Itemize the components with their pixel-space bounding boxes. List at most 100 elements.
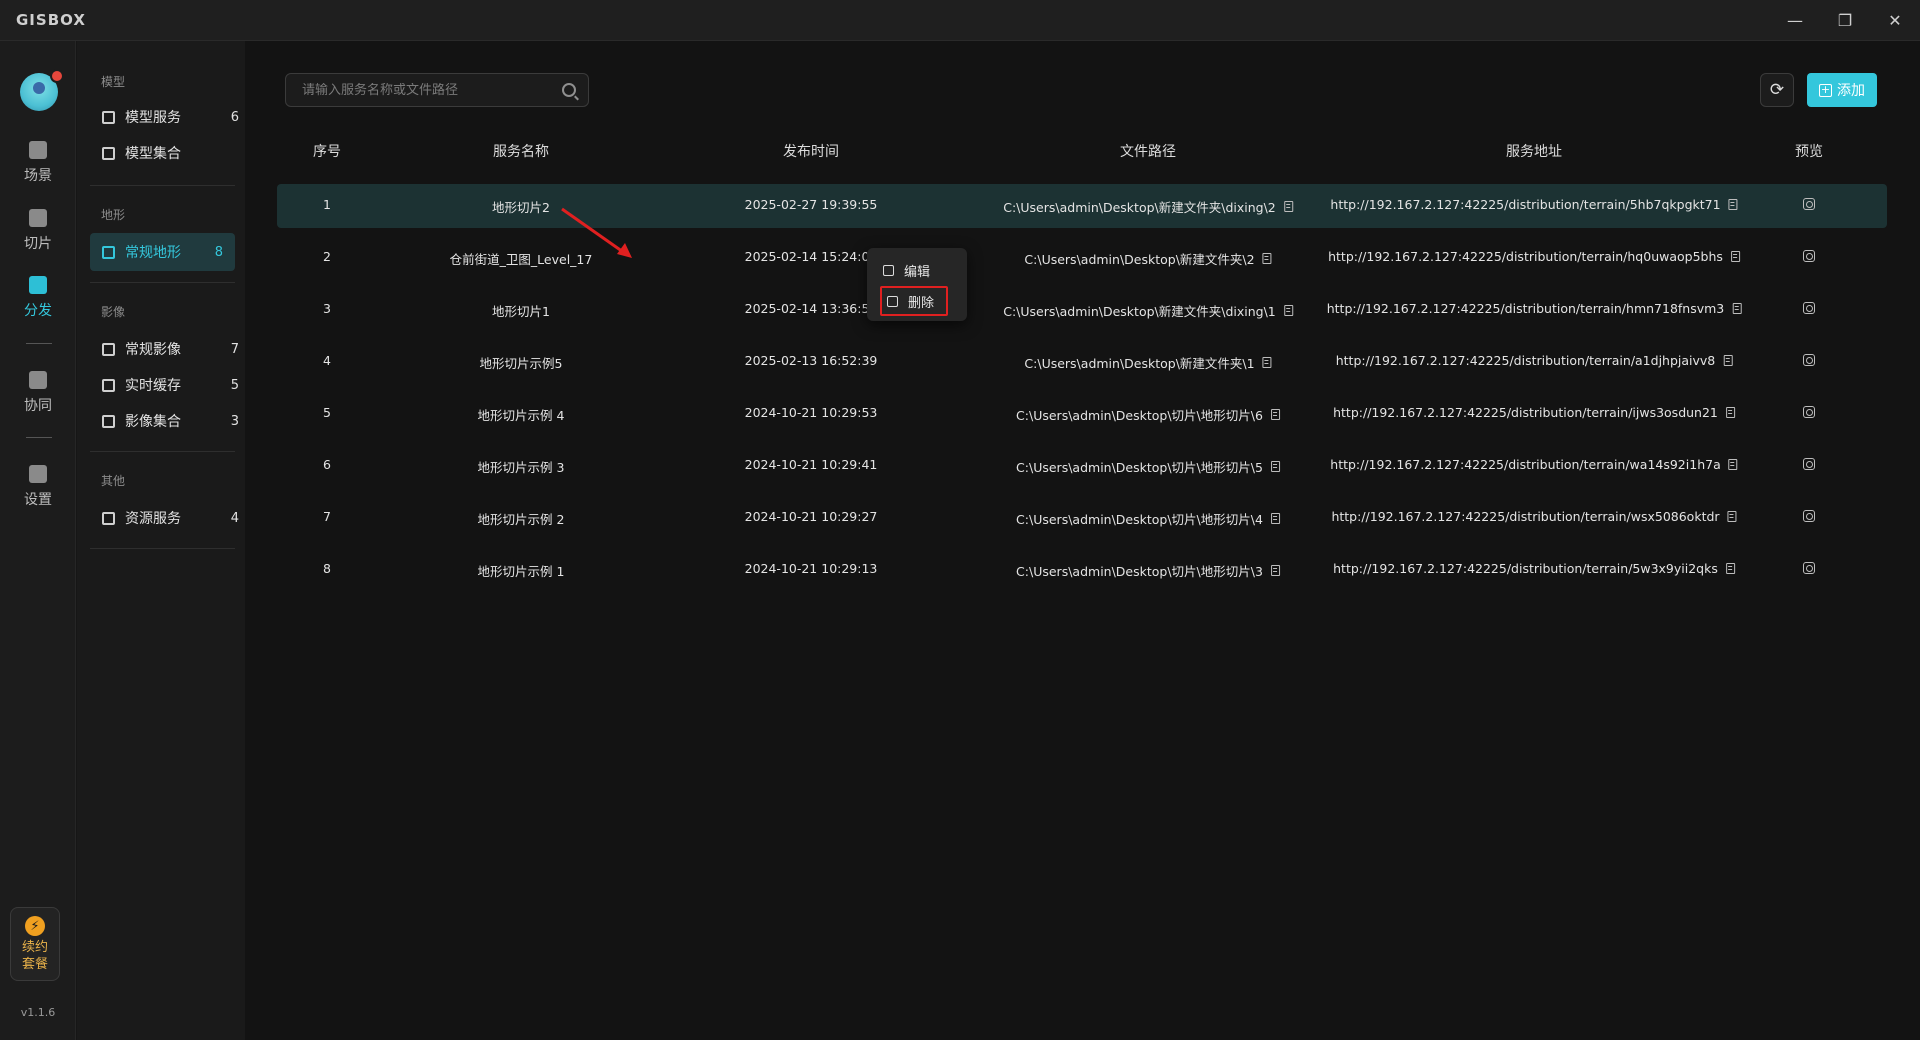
copy-icon[interactable] [1283,305,1293,316]
minimize-button[interactable]: — [1780,8,1810,32]
copy-icon[interactable] [1270,565,1280,576]
copy-icon[interactable] [1283,201,1293,212]
sidebar-divider [90,548,235,549]
table-row[interactable]: 8 地形切片示例 1 2024-10-21 10:29:13 C:\Users\adm… [277,548,1887,592]
copy-icon[interactable] [1728,199,1738,210]
rail-item-collaborate[interactable]: 协同 [8,363,68,423]
cell-service-name: 地形切片示例5 [480,353,563,372]
copy-icon[interactable] [1725,563,1735,574]
rail-item-tiling[interactable]: 切片 [8,201,68,261]
restore-button[interactable]: ❐ [1830,8,1860,32]
cell-file-path: C:\Users\admin\Desktop\新建文件夹\dixing\1 [1003,301,1293,320]
table-row[interactable]: 4 地形切片示例5 2025-02-13 16:52:39 C:\Users\admi… [277,340,1887,384]
edit-icon [883,264,894,276]
version-label: v1.1.6 [20,1006,56,1019]
cell-file-path-text: C:\Users\admin\Desktop\新建文件夹\dixing\1 [1003,304,1276,319]
column-header-url: 服务地址 [1506,144,1562,160]
table-row[interactable]: 2 仓前街道_卫图_Level_17 2025-02-14 15:24:07 C:\U… [277,236,1887,280]
preview-icon[interactable] [1803,198,1815,210]
rail-item-settings[interactable]: 设置 [8,457,68,517]
add-button[interactable]: + 添加 [1807,73,1877,107]
search-input[interactable] [302,82,562,98]
cell-service-name-text: 地形切片示例 1 [477,564,565,579]
sidebar-divider [90,451,235,452]
cell-file-path-text: C:\Users\admin\Desktop\新建文件夹\2 [1024,252,1255,267]
cell-index-text: 2 [323,249,331,264]
rail-divider [26,343,52,344]
table-row[interactable]: 5 地形切片示例 4 2024-10-21 10:29:53 C:\Users\adm… [277,392,1887,436]
sidebar-item-label: 常规影像 [125,342,181,358]
preview-icon[interactable] [1803,302,1815,314]
rail-item-distribute[interactable]: 分发 [8,268,68,328]
rail-item-label: 设置 [24,492,52,508]
column-header-time: 发布时间 [783,144,839,160]
table-row[interactable]: 3 地形切片1 2025-02-14 13:36:52 C:\Users\admin\… [277,288,1887,332]
context-menu-delete[interactable]: 删除 [880,286,948,316]
cell-service-url: http://192.167.2.127:42225/distribution/… [1327,301,1742,316]
preview-icon[interactable] [1803,250,1815,262]
copy-icon[interactable] [1730,251,1740,262]
rail-item-label: 场景 [24,168,52,184]
cell-service-url-text: http://192.167.2.127:42225/distribution/… [1328,249,1723,264]
close-button[interactable]: ✕ [1880,8,1910,32]
cell-service-name-text: 地形切片示例 2 [477,512,565,527]
cell-service-url-text: http://192.167.2.127:42225/distribution/… [1326,301,1725,316]
resource-icon [102,511,115,525]
cell-publish-time-text: 2025-02-13 16:52:39 [744,353,878,368]
table-row[interactable]: 7 地形切片示例 2 2024-10-21 10:29:27 C:\Users\adm… [277,496,1887,540]
cell-index: 3 [323,301,331,316]
cell-publish-time-text: 2025-02-14 15:24:07 [744,249,878,264]
cell-publish-time: 2025-02-14 13:36:52 [745,301,878,316]
cell-service-url: http://192.167.2.127:42225/distribution/… [1333,405,1735,420]
copy-icon[interactable] [1732,303,1742,314]
renew-plan-button[interactable]: ⚡ 续约 套餐 [10,907,60,981]
title-bar: GISBOX — ❐ ✕ [0,0,1920,41]
preview-icon[interactable] [1803,354,1815,366]
refresh-button[interactable]: ⟳ [1760,73,1794,107]
table-header: 序号 服务名称 发布时间 文件路径 服务地址 预览 [277,141,1887,165]
context-menu: 编辑 删除 [867,248,967,321]
preview-icon[interactable] [1803,562,1815,574]
cell-file-path: C:\Users\admin\Desktop\新建文件夹\2 [1024,249,1272,268]
rail-item-scene[interactable]: 场景 [8,133,68,193]
column-header-preview: 预览 [1795,144,1823,160]
cell-service-name-text: 地形切片1 [492,304,550,319]
sidebar-item-count: 4 [230,510,239,526]
copy-icon[interactable] [1262,253,1272,264]
avatar[interactable] [20,69,64,111]
rail-divider [26,437,52,438]
cell-index-text: 1 [323,197,331,212]
copy-icon[interactable] [1725,407,1735,418]
table-row[interactable]: 1 地形切片2 2025-02-27 19:39:55 C:\Users\admin\… [277,184,1887,228]
sidebar-item-regular-terrain[interactable]: 常规地形 8 [90,233,235,271]
cell-service-url: http://192.167.2.127:42225/distribution/… [1333,561,1735,576]
cell-service-name-text: 地形切片示例 4 [477,408,565,423]
table-row[interactable]: 6 地形切片示例 3 2024-10-21 10:29:41 C:\Users\adm… [277,444,1887,488]
cell-service-name-text: 地形切片示例 3 [477,460,565,475]
renew-label-line2: 套餐 [21,957,48,972]
add-button-label: 添加 [1837,83,1865,99]
copy-icon[interactable] [1262,357,1272,368]
copy-icon[interactable] [1270,513,1280,524]
copy-icon[interactable] [1727,511,1737,522]
preview-icon[interactable] [1803,458,1815,470]
model-icon [102,110,115,124]
cell-service-url-text: http://192.167.2.127:42225/distribution/… [1330,457,1721,472]
copy-icon[interactable] [1270,461,1280,472]
model-icon [102,146,115,160]
app-logo: GISBOX [16,11,86,29]
context-menu-edit[interactable]: 编辑 [877,256,957,284]
cell-preview [1803,302,1815,314]
cell-file-path-text: C:\Users\admin\Desktop\新建文件夹\1 [1024,356,1255,371]
search-box [285,73,589,107]
cell-service-url-text: http://192.167.2.127:42225/distribution/… [1335,353,1716,368]
copy-icon[interactable] [1270,409,1280,420]
preview-icon[interactable] [1803,406,1815,418]
copy-icon[interactable] [1723,355,1733,366]
sidebar-item-label: 资源服务 [125,511,181,527]
cell-service-url: http://192.167.2.127:42225/distribution/… [1331,509,1737,524]
cell-service-url: http://192.167.2.127:42225/distribution/… [1336,353,1733,368]
preview-icon[interactable] [1803,510,1815,522]
search-icon[interactable] [562,83,576,97]
copy-icon[interactable] [1728,459,1738,470]
